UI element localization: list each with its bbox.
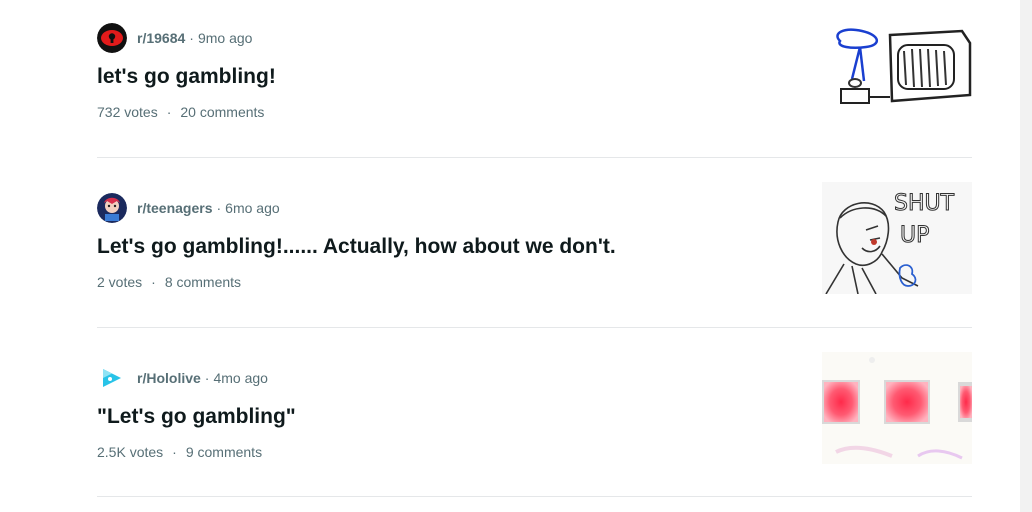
- post-card[interactable]: r/teenagers · 6mo ago Let's go gambling!…: [97, 170, 972, 340]
- post-divider: [97, 496, 972, 497]
- post-title[interactable]: "Let's go gambling": [97, 405, 296, 429]
- post-divider: [97, 327, 972, 328]
- post-meta: r/19684 · 9mo ago: [97, 23, 252, 53]
- post-meta: r/teenagers · 6mo ago: [97, 193, 280, 223]
- post-title[interactable]: Let's go gambling!...... Actually, how a…: [97, 235, 616, 259]
- post-thumbnail[interactable]: [822, 15, 972, 127]
- post-age: 4mo ago: [213, 370, 268, 386]
- subreddit-avatar[interactable]: [97, 193, 127, 223]
- vote-count: 732 votes: [97, 104, 158, 120]
- vote-count: 2.5K votes: [97, 444, 164, 460]
- meta-separator: ·: [216, 200, 222, 216]
- post-card[interactable]: r/19684 · 9mo ago let's go gambling! 732…: [97, 0, 972, 170]
- shut-up-sketch: SHUT UP: [822, 182, 972, 294]
- scrollbar-track[interactable]: [1020, 0, 1032, 512]
- subreddit-avatar[interactable]: [97, 363, 127, 393]
- red-squares-image: [822, 352, 972, 464]
- post-meta: r/Hololive · 4mo ago: [97, 363, 268, 393]
- slot-machine-sketch: [822, 15, 972, 127]
- thumbnail-text: SHUT: [894, 191, 955, 216]
- subreddit-link[interactable]: r/Hololive: [137, 370, 201, 386]
- stats-separator: ·: [166, 104, 172, 120]
- meta-separator: ·: [189, 30, 194, 46]
- post-stats: 2 votes · 8 comments: [97, 274, 241, 290]
- subreddit-avatar[interactable]: [97, 23, 127, 53]
- teenagers-character-icon: [97, 193, 127, 223]
- post-card[interactable]: r/Hololive · 4mo ago "Let's go gambling"…: [97, 340, 972, 510]
- post-age: 9mo ago: [197, 30, 253, 46]
- red-eye-keyhole-icon: [97, 23, 127, 53]
- meta-separator: ·: [204, 370, 210, 386]
- stats-separator: ·: [151, 274, 156, 290]
- hololive-play-logo-icon: [97, 363, 127, 393]
- thumbnail-text: UP: [900, 223, 929, 248]
- search-results-page: r/19684 · 9mo ago let's go gambling! 732…: [0, 0, 1032, 512]
- comment-count[interactable]: 9 comments: [186, 444, 262, 460]
- subreddit-link[interactable]: r/19684: [137, 30, 185, 46]
- vote-count: 2 votes: [97, 274, 143, 290]
- post-thumbnail[interactable]: [822, 352, 972, 464]
- post-age: 6mo ago: [225, 200, 280, 216]
- post-stats: 2.5K votes · 9 comments: [97, 444, 262, 460]
- post-divider: [97, 157, 972, 158]
- post-thumbnail[interactable]: SHUT UP: [822, 182, 972, 294]
- comment-count[interactable]: 8 comments: [165, 274, 241, 290]
- comment-count[interactable]: 20 comments: [180, 104, 264, 120]
- subreddit-link[interactable]: r/teenagers: [137, 200, 212, 216]
- post-title[interactable]: let's go gambling!: [97, 65, 276, 89]
- post-stats: 732 votes · 20 comments: [97, 104, 264, 120]
- stats-separator: ·: [172, 444, 177, 460]
